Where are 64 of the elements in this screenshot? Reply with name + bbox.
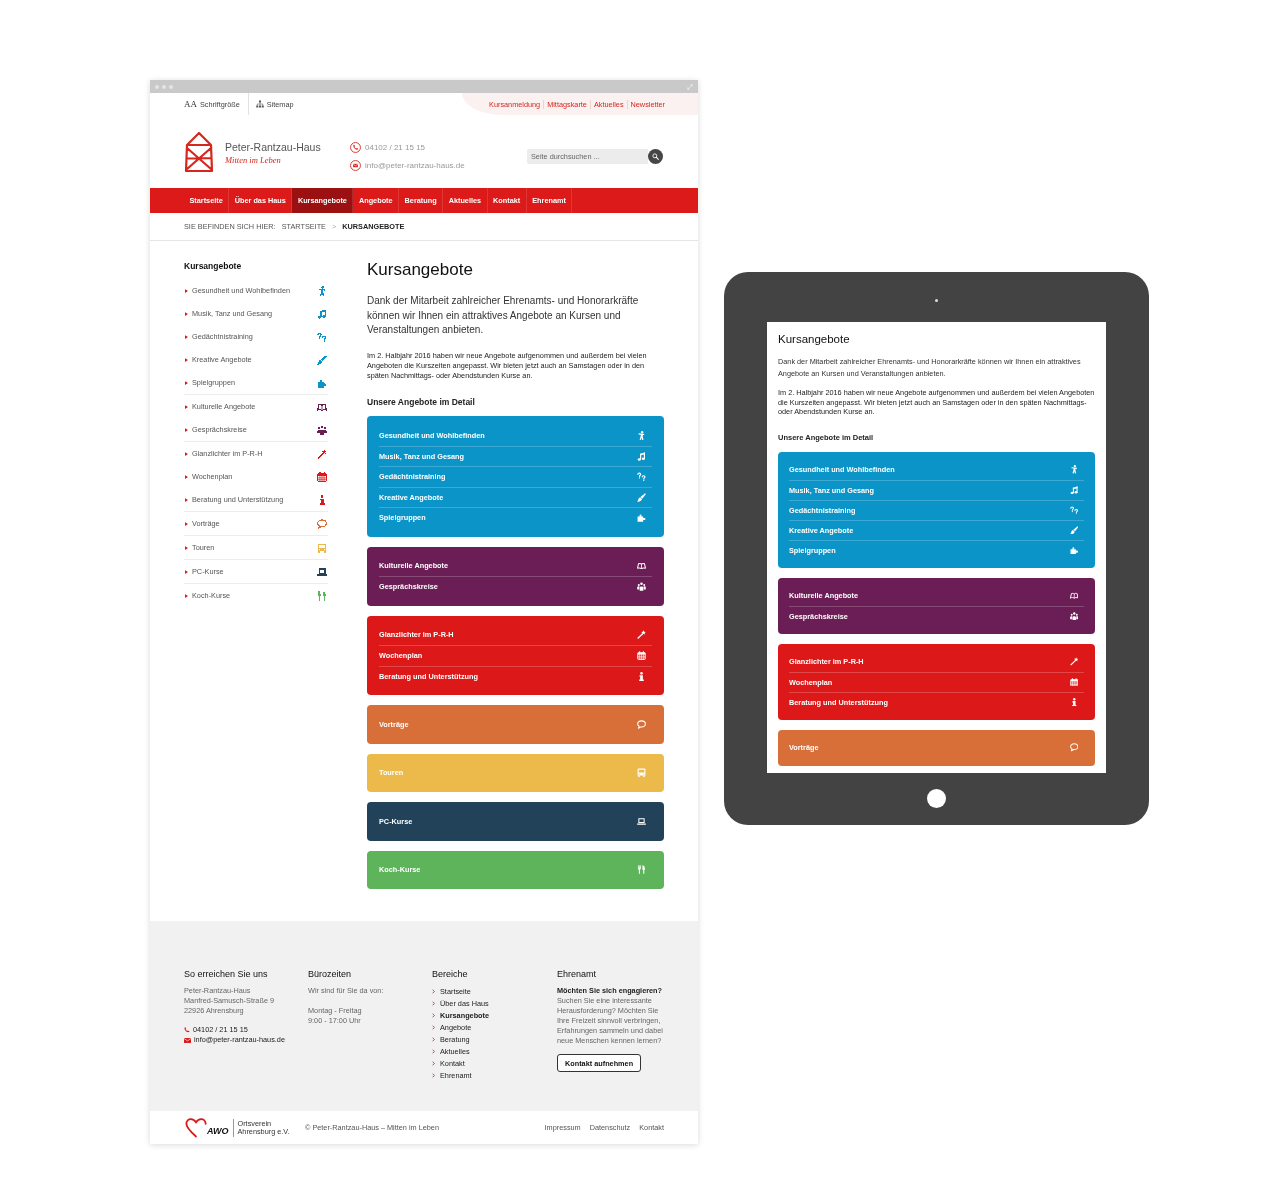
house-logo-icon: [184, 130, 214, 173]
phone-number: 04102 / 21 15 15: [365, 142, 426, 153]
site-tagline: Mitten im Leben: [225, 155, 282, 166]
bullet-icon: [185, 288, 188, 293]
info-icon: [1069, 697, 1078, 707]
person-icon: [637, 430, 646, 440]
bullet-icon: [185, 311, 188, 316]
bullet-icon: [185, 451, 188, 456]
music-note-icon: [637, 451, 646, 461]
bullet-icon: [185, 545, 188, 550]
open-book-icon: [1069, 591, 1078, 600]
bullet-icon: [185, 404, 188, 409]
person-icon: [1069, 465, 1078, 474]
bullet-icon: [185, 380, 188, 385]
phone-icon: [350, 142, 361, 153]
bullet-icon: [185, 427, 188, 432]
footer-heading: Ehrenamt: [557, 968, 598, 980]
sidebar-title: Kursangebote: [184, 260, 243, 272]
laptop-icon: [637, 816, 646, 826]
email-icon: [184, 1037, 191, 1043]
footer-heading: Bereiche: [432, 968, 469, 980]
speech-bubble-icon: [1069, 743, 1078, 752]
puzzle-piece-icon: [637, 513, 646, 523]
sitemap-icon: [255, 100, 264, 108]
page-title: Kursangebote: [778, 332, 851, 346]
phone-icon: [184, 1027, 190, 1033]
cutlery-icon: [637, 865, 646, 875]
heart-logo-icon: [185, 1117, 207, 1138]
bullet-icon: [185, 497, 188, 502]
bullet-icon: [185, 569, 188, 574]
bullet-icon: [185, 357, 188, 362]
home-button-icon: [927, 789, 946, 808]
question-marks-icon: [637, 472, 646, 482]
section-heading: Unsere Angebote im Detail: [367, 396, 476, 408]
info-icon: [637, 671, 646, 681]
camera-dot-icon: [935, 299, 938, 302]
paintbrush-icon: [1069, 525, 1078, 535]
group-icon: [1069, 611, 1078, 621]
bullet-icon: [185, 334, 188, 339]
magic-wand-icon: [637, 630, 646, 640]
group-icon: [637, 582, 646, 592]
bullet-icon: [185, 521, 188, 526]
calendar-icon: [1069, 677, 1078, 687]
magic-wand-icon: [1069, 657, 1078, 666]
speech-bubble-icon: [637, 719, 646, 729]
open-book-icon: [637, 561, 646, 571]
expand-icon[interactable]: [687, 83, 693, 90]
footer-heading: Bürozeiten: [308, 968, 353, 980]
bullet-icon: [185, 474, 188, 479]
question-marks-icon: [1069, 505, 1078, 515]
awo-logo-text: AWO: [207, 1126, 229, 1136]
search-icon: [652, 153, 659, 160]
email-icon: [350, 160, 361, 171]
page-title: Kursangebote: [367, 260, 474, 280]
search-button[interactable]: [648, 149, 663, 164]
site-name: Peter-Rantzau-Haus: [225, 141, 321, 154]
bullet-icon: [185, 593, 188, 598]
footer-heading: So erreichen Sie uns: [184, 968, 269, 980]
puzzle-piece-icon: [1069, 545, 1078, 555]
paintbrush-icon: [637, 492, 646, 502]
calendar-icon: [637, 651, 646, 661]
bus-icon: [637, 768, 646, 778]
music-note-icon: [1069, 485, 1078, 495]
intro-text: Dank der Mitarbeit zahlreicher Ehrenamts- und Honorarkräfte können wir Ihnen ein attraktives Angebote an Kursen und Veranstaltungen anbieten.: [367, 294, 640, 337]
